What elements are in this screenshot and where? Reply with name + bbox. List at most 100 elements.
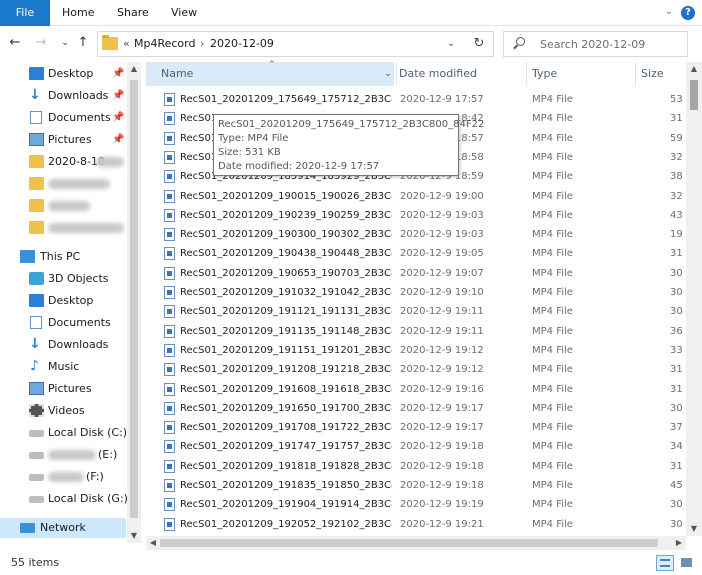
nav-item-downloads[interactable]: ↓ Downloads	[0, 335, 126, 355]
file-list-horizontal-scrollbar[interactable]: ◀ ▶	[146, 536, 686, 550]
file-row[interactable]: RecS01_20201209_191835_191850_2B3C80... 2…	[146, 476, 686, 495]
details-view-button[interactable]	[656, 555, 674, 571]
file-size: 30	[670, 306, 683, 318]
search-input[interactable]	[538, 35, 683, 53]
column-divider[interactable]	[635, 62, 636, 86]
pictures-icon	[29, 382, 44, 395]
tab-share[interactable]: Share	[117, 0, 149, 26]
file-row[interactable]: RecS01_20201209_191608_191618_2B3C80... 2…	[146, 380, 686, 399]
address-bar[interactable]: « Mp4Record › 2020-12-09 ⌄ ↻	[97, 31, 494, 57]
nav-item-redacted-folder[interactable]	[0, 218, 126, 238]
file-name: RecS01_20201209_191135_191148_2B3C80...	[180, 325, 392, 337]
help-icon[interactable]: ?	[681, 6, 695, 20]
file-size: 19	[670, 229, 683, 241]
scroll-down-arrow-icon[interactable]: ▼	[127, 529, 141, 543]
pin-icon[interactable]: 📌	[112, 86, 124, 106]
search-box[interactable]	[503, 31, 688, 57]
tab-view[interactable]: View	[171, 0, 197, 26]
file-row[interactable]: RecS01_20201209_191121_191131_2B3C80... 2…	[146, 302, 686, 321]
nav-item-label: Desktop	[48, 67, 94, 80]
refresh-icon[interactable]: ↻	[470, 32, 488, 56]
scroll-left-arrow-icon[interactable]: ◀	[146, 536, 160, 550]
column-size[interactable]: Size	[641, 62, 664, 86]
back-arrow-icon[interactable]: ←	[8, 35, 22, 51]
file-row[interactable]: RecS01_20201209_191818_191828_2B3C80... 2…	[146, 457, 686, 476]
column-filter-chevron-icon[interactable]: ⌄	[382, 62, 394, 86]
pin-icon[interactable]: 📌	[112, 64, 124, 84]
pin-icon[interactable]: 📌	[112, 130, 124, 150]
file-row[interactable]: RecS01_20201209_190653_190703_2B3C80... 2…	[146, 264, 686, 283]
nav-item-pictures-quick[interactable]: Pictures 📌	[0, 130, 126, 150]
address-dropdown-chevron-icon[interactable]: ⌄	[444, 32, 458, 56]
file-size: 30	[670, 499, 683, 511]
file-row[interactable]: RecS01_20201209_191032_191042_2B3C80... 2…	[146, 283, 686, 302]
column-header: ⌃ Name ⌄ Date modified Type Size	[146, 60, 686, 86]
column-type[interactable]: Type	[532, 62, 557, 86]
column-date-modified[interactable]: Date modified	[399, 62, 477, 86]
column-divider[interactable]	[526, 62, 527, 86]
blurred-text	[48, 179, 110, 189]
file-row[interactable]: RecS01_20201209_191135_191148_2B3C80... 2…	[146, 322, 686, 341]
file-list-vertical-scrollbar[interactable]: ▲ ▼	[686, 62, 702, 536]
nav-item-documents-quick[interactable]: Documents 📌	[0, 108, 126, 128]
nav-item-3d-objects[interactable]: 3D Objects	[0, 269, 126, 289]
file-row[interactable]: RecS01_20201209_191904_191914_2B3C80... 2…	[146, 495, 686, 514]
nav-item-documents[interactable]: Documents	[0, 313, 126, 333]
column-name[interactable]: ⌃ Name ⌄	[146, 60, 394, 86]
pin-icon[interactable]: 📌	[112, 108, 124, 128]
nav-item-desktop[interactable]: Desktop	[0, 291, 126, 311]
file-row[interactable]: RecS01_20201209_191650_191700_2B3C80... 2…	[146, 399, 686, 418]
mp4-file-icon	[164, 382, 175, 396]
file-row[interactable]: RecS01_20201209_192052_192102_2B3C80... 2…	[146, 515, 686, 534]
file-type: MP4 File	[532, 171, 573, 183]
scroll-up-arrow-icon[interactable]: ▲	[127, 62, 141, 76]
nav-item-desktop-quick[interactable]: Desktop 📌	[0, 64, 126, 84]
scroll-up-arrow-icon[interactable]: ▲	[686, 62, 702, 76]
nav-item-redacted-folder[interactable]	[0, 196, 126, 216]
file-row[interactable]: RecS01_20201209_190438_190448_2B3C80... 2…	[146, 244, 686, 263]
breadcrumb-current-folder[interactable]: 2020-12-09	[210, 32, 274, 56]
folder-icon	[102, 35, 118, 50]
nav-item-redacted-folder[interactable]	[0, 174, 126, 194]
file-row[interactable]: RecS01_20201209_191708_191722_2B3C80... 2…	[146, 418, 686, 437]
expand-ribbon-chevron-icon[interactable]: ⌄	[662, 4, 676, 20]
file-row[interactable]: RecS01_20201209_175649_175712_2B3C80... 2…	[146, 90, 686, 109]
file-size: 38	[670, 171, 683, 183]
nav-item-local-disk-g[interactable]: Local Disk (G:)	[0, 489, 128, 509]
breadcrumb-mp4record[interactable]: Mp4Record	[134, 32, 195, 56]
nav-item-this-pc[interactable]: This PC	[0, 247, 126, 267]
file-size: 59	[670, 132, 683, 144]
nav-item-downloads-quick[interactable]: ↓ Downloads 📌	[0, 86, 126, 106]
nav-item-drive-e[interactable]: (E:)	[0, 445, 126, 465]
nav-item-videos[interactable]: Videos	[0, 401, 126, 421]
scrollbar-thumb[interactable]	[160, 539, 658, 547]
nav-item-folder-2020-8-10[interactable]: 2020-8-10	[0, 152, 126, 172]
mp4-file-icon	[164, 498, 175, 512]
file-row[interactable]: RecS01_20201209_191747_191757_2B3C80... 2…	[146, 437, 686, 456]
file-row[interactable]: RecS01_20201209_190239_190259_2B3C80... 2…	[146, 206, 686, 225]
desktop-icon	[29, 294, 44, 307]
large-icons-view-button[interactable]	[678, 555, 696, 571]
scroll-down-arrow-icon[interactable]: ▼	[686, 522, 702, 536]
nav-item-music[interactable]: ♪ Music	[0, 357, 126, 377]
recent-locations-chevron-icon[interactable]: ⌄	[60, 35, 70, 51]
nav-item-local-disk-c[interactable]: Local Disk (C:)	[0, 423, 127, 443]
up-arrow-icon[interactable]: ↑	[76, 35, 90, 51]
tab-home[interactable]: Home	[62, 0, 94, 26]
file-row[interactable]: RecS01_20201209_190300_190302_2B3C80... 2…	[146, 225, 686, 244]
scrollbar-thumb[interactable]	[690, 80, 698, 110]
column-divider[interactable]	[396, 62, 397, 86]
file-row[interactable]: RecS01_20201209_190015_190026_2B3C80... 2…	[146, 187, 686, 206]
breadcrumb-separator[interactable]: ›	[200, 32, 204, 56]
breadcrumb-overflow[interactable]: «	[123, 32, 130, 56]
file-row[interactable]: RecS01_20201209_191208_191218_2B3C80... 2…	[146, 360, 686, 379]
nav-item-network[interactable]: Network	[0, 518, 126, 538]
scroll-right-arrow-icon[interactable]: ▶	[672, 536, 686, 550]
file-row[interactable]: RecS01_20201209_191151_191201_2B3C80... 2…	[146, 341, 686, 360]
nav-item-pictures[interactable]: Pictures	[0, 379, 126, 399]
scrollbar-thumb[interactable]	[130, 80, 138, 518]
nav-item-drive-f[interactable]: (F:)	[0, 467, 126, 487]
tab-file[interactable]: File	[0, 0, 50, 26]
forward-arrow-icon[interactable]: →	[34, 35, 48, 51]
nav-pane-scrollbar[interactable]: ▲ ▼	[127, 62, 141, 543]
